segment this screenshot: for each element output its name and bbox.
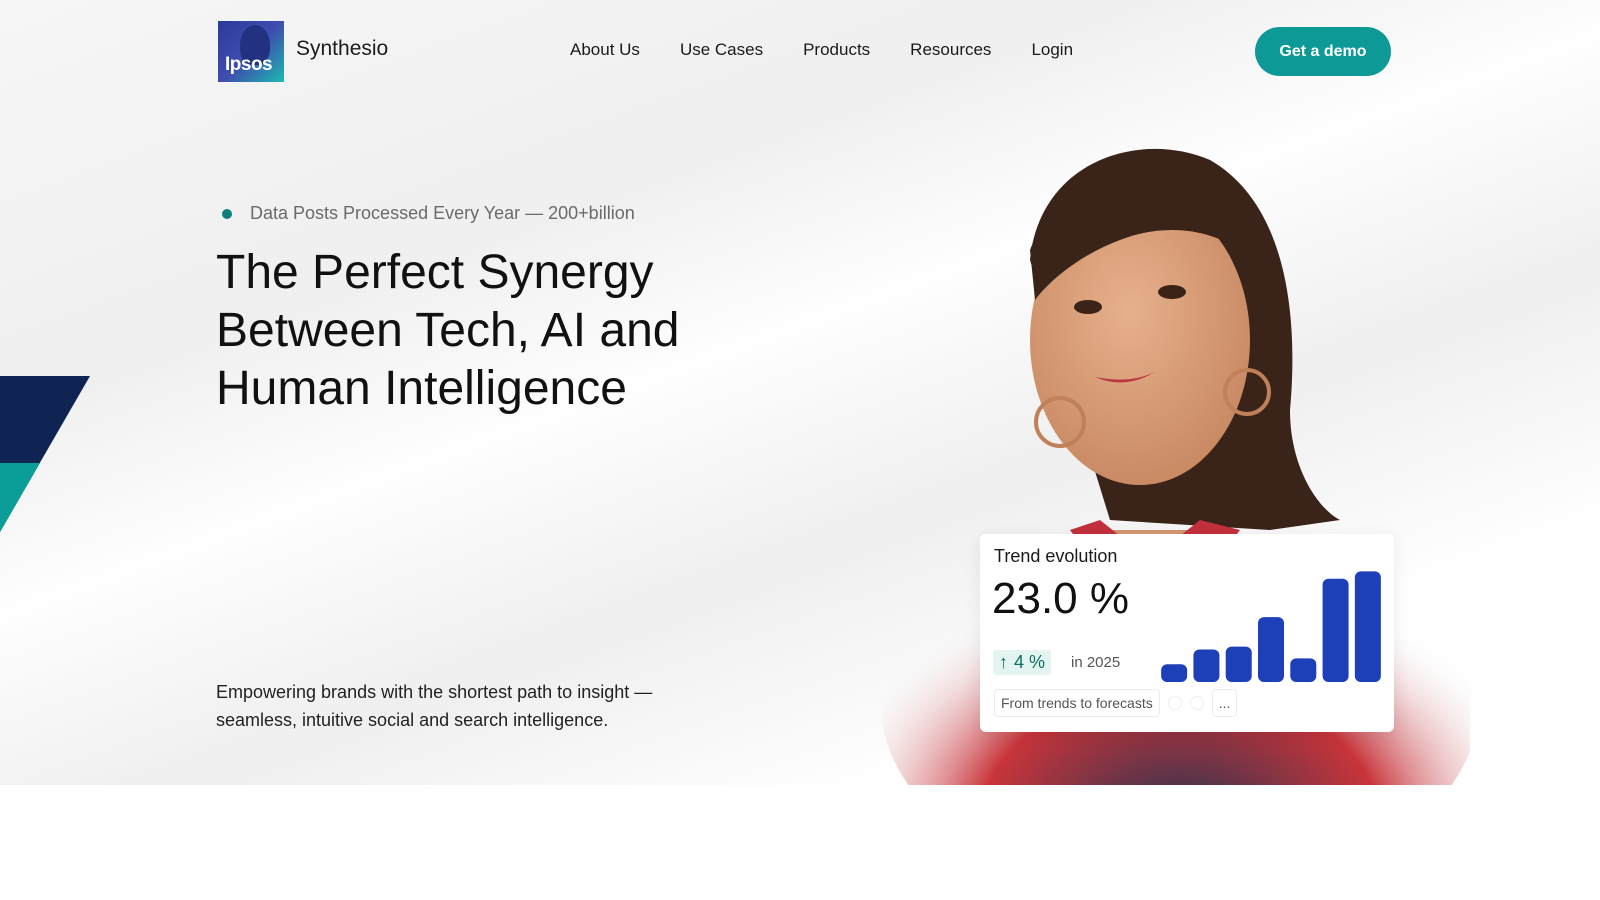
card-title: Trend evolution (994, 546, 1118, 566)
nav-link-login[interactable]: Login (1031, 40, 1073, 60)
arrow-up-icon: ↑ (999, 652, 1008, 672)
chart-bar-1 (1161, 664, 1188, 682)
chip-placeholder-icon (1167, 696, 1182, 710)
hero-headline: The Perfect Synergy Between Tech, AI and… (216, 246, 680, 415)
decorative-stripe-navy (0, 376, 91, 646)
bullet-dot-icon (222, 208, 232, 219)
decorative-stripe-teal (0, 463, 40, 673)
eyebrow: Data Posts Processed Every Year — 200+bi… (222, 203, 635, 224)
card-chips: From trends to forecasts ... (994, 689, 1238, 717)
chart-bar-4 (1258, 617, 1284, 682)
chart-bar-2 (1193, 649, 1220, 682)
chart-bar-7 (1354, 571, 1381, 682)
chart-bar-3 (1225, 646, 1252, 682)
nav-link-resources[interactable]: Resources (910, 40, 991, 60)
trend-bar-chart (1161, 571, 1381, 682)
nav-link-about-us[interactable]: About Us (570, 40, 640, 60)
nav-link-use-cases[interactable]: Use Cases (680, 40, 763, 60)
top-navigation: Ipsos Synthesio About Us Use Cases Produ… (0, 0, 1600, 104)
brand-name[interactable]: Synthesio (296, 37, 388, 61)
chart-bar-5 (1290, 658, 1317, 682)
eyebrow-text: Data Posts Processed Every Year — 200+bi… (250, 203, 635, 223)
trend-evolution-card: Trend evolution 23.0 % ↑ 4 % in 2025 Fro… (980, 534, 1394, 732)
chip-more-button[interactable]: ... (1211, 689, 1238, 717)
ipsos-logo[interactable]: Ipsos (218, 21, 284, 82)
get-a-demo-button[interactable]: Get a demo (1255, 27, 1391, 76)
chart-bar-6 (1322, 578, 1349, 682)
card-value: 23.0 % (992, 574, 1129, 623)
delta-year: in 2025 (1071, 654, 1121, 671)
logo-wordmark: Ipsos (225, 54, 273, 75)
nav-link-products[interactable]: Products (803, 40, 870, 60)
chip-trends-to-forecasts[interactable]: From trends to forecasts (994, 689, 1160, 717)
delta-value: 4 % (1014, 652, 1046, 672)
delta-badge: ↑ 4 % (993, 650, 1052, 675)
nav-links: About Us Use Cases Products Resources Lo… (570, 40, 1073, 60)
chip-placeholder-icon (1189, 696, 1204, 710)
hero-subcopy: Empowering brands with the shortest path… (216, 682, 653, 730)
